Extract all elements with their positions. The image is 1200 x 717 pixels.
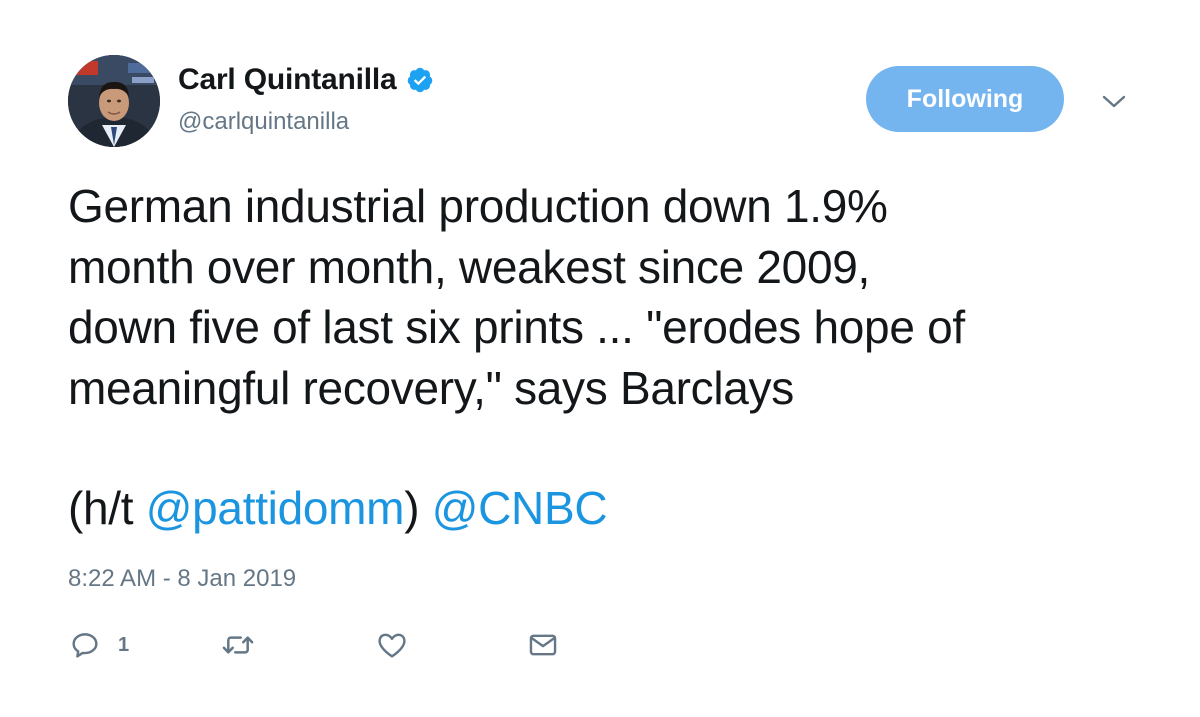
tweet-timestamp[interactable]: 8:22 AM - 8 Jan 2019: [68, 565, 296, 593]
mention-link[interactable]: @CNBC: [432, 482, 608, 534]
user-handle[interactable]: @carlquintanilla: [178, 108, 349, 136]
display-name[interactable]: Carl Quintanilla: [178, 63, 397, 97]
tweet-credit-line: (h/t @pattidomm) @CNBC: [68, 478, 608, 538]
tweet-text-line: month over month, weakest since 2009,: [68, 240, 871, 293]
tweet-text-line: German industrial production down 1.9%: [68, 180, 888, 232]
avatar-image: [68, 55, 160, 147]
retweet-button[interactable]: [220, 620, 256, 670]
direct-message-icon: [526, 628, 560, 662]
credit-suffix: ): [404, 482, 432, 534]
tweet-text-line: meaningful recovery," says Barclays: [68, 361, 794, 414]
reply-icon: [68, 628, 102, 662]
avatar[interactable]: [68, 55, 160, 147]
verified-badge-icon: [406, 66, 434, 94]
direct-message-button[interactable]: [526, 620, 560, 670]
chevron-down-icon[interactable]: [1100, 90, 1128, 114]
tweet-card: Carl Quintanilla @carlquintanilla Follow…: [0, 0, 1200, 717]
author-name-row[interactable]: Carl Quintanilla: [178, 60, 434, 100]
like-icon: [375, 628, 409, 662]
reply-count: 1: [118, 633, 130, 656]
following-button[interactable]: Following: [866, 66, 1064, 132]
reply-button[interactable]: 1: [68, 620, 129, 670]
like-button[interactable]: [375, 620, 409, 670]
retweet-icon: [220, 628, 256, 662]
tweet-text: German industrial production down 1.9% m…: [68, 176, 1168, 418]
credit-prefix: (h/t: [68, 482, 146, 534]
mention-link[interactable]: @pattidomm: [146, 482, 405, 534]
tweet-text-line: down five of last six prints ... "erodes…: [68, 301, 965, 353]
